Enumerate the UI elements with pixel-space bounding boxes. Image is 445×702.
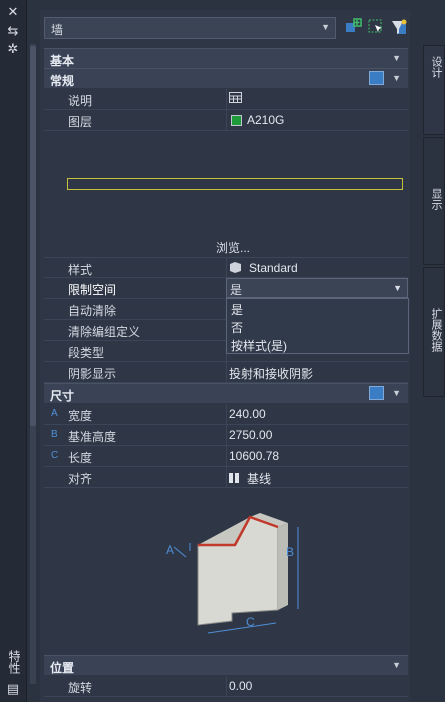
tab-extended-data[interactable]: 扩展数据 [423,267,445,397]
palette-icon: ▤ [6,681,20,696]
quick-properties-icon[interactable] [369,386,384,400]
add-selection-icon[interactable] [344,18,362,36]
row-bound-spaces[interactable]: 限制空间 是 ▼ [44,278,408,299]
section-basic[interactable]: 基本 ▼ [44,48,408,68]
quick-properties-icon[interactable] [369,71,384,85]
row-justify[interactable]: 对齐 基线 [44,467,408,488]
settings-icon[interactable]: ✲ [6,42,20,56]
chevron-down-icon: ▼ [392,660,401,670]
row-layer[interactable]: 图层 A210G [44,110,408,131]
browse-link[interactable]: 浏览... [216,239,250,256]
object-type-select[interactable]: 墙 ▼ [44,17,336,39]
row-shadow-display[interactable]: 阴影显示 投射和接收阴影 [44,362,408,383]
row-length[interactable]: C 长度 10600.78 [44,446,408,467]
chevron-down-icon: ▼ [392,388,401,398]
bound-spaces-select[interactable]: 是 ▼ [226,278,408,298]
dropdown-option[interactable]: 是 [231,301,243,318]
section-general[interactable]: 常规 ▼ [44,68,408,88]
row-style[interactable]: 样式 Standard [44,257,408,278]
tab-design[interactable]: 设计 [423,45,445,135]
row-description[interactable]: 说明 [44,89,408,110]
chevron-down-icon: ▼ [393,283,402,293]
section-dimensions[interactable]: 尺寸 ▼ [44,383,408,403]
tab-display[interactable]: 显示 [423,137,445,265]
row-rotation[interactable]: 旋转 0.00 [44,676,408,697]
close-icon[interactable]: ✕ [6,5,20,19]
layer-color-swatch [231,115,242,126]
palette-title: 特性 [7,650,21,674]
object-type-label: 墙 [51,23,64,37]
section-location[interactable]: 位置 ▼ [44,655,408,675]
chevron-down-icon: ▼ [392,53,401,63]
autohide-icon[interactable]: ⇆ [6,24,20,38]
dropdown-option[interactable]: 按样式(是) [231,337,287,354]
dropdown-list: 是 否 按样式(是) [226,298,409,354]
palette-left-strip: ✕ ⇆ ✲ 特性 ▤ [0,0,27,702]
wall-preview [67,178,403,190]
wall-dimension-diagram: A B C [160,505,310,650]
row-width[interactable]: A 宽度 240.00 [44,404,408,425]
dropdown-option[interactable]: 否 [231,319,243,336]
scrollbar-thumb[interactable] [30,46,36,426]
select-objects-icon[interactable] [367,18,385,36]
style-icon [229,261,243,276]
chevron-down-icon: ▼ [392,73,401,83]
style-preview-area: 浏览... [44,131,408,256]
justify-icon [229,472,241,486]
row-base-height[interactable]: B 基准高度 2750.00 [44,425,408,446]
table-icon[interactable] [229,92,243,107]
chevron-down-icon: ▼ [321,22,330,32]
quick-select-icon[interactable] [390,18,408,36]
